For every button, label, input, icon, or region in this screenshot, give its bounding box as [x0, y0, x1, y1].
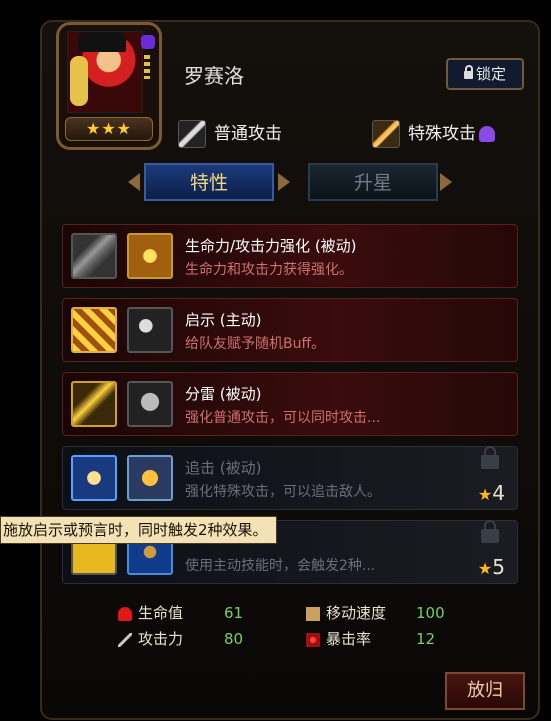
level-bars-icon	[144, 55, 150, 79]
skill-title: 分雷 (被动)	[185, 385, 262, 403]
tab-bar: 特性 升星	[128, 163, 452, 203]
skill-desc: 使用主动技能时，会触发2种...	[185, 558, 376, 574]
runes-icon	[71, 307, 117, 353]
lock-icon	[463, 64, 473, 79]
special-attack[interactable]: 特殊攻击	[372, 120, 495, 148]
star-requirement: ★4	[478, 481, 505, 505]
class-icon	[141, 35, 155, 49]
stat-hp: 生命值 61	[118, 602, 243, 624]
normal-attack-icon	[178, 120, 206, 148]
skill-title: 追击 (被动)	[185, 459, 262, 477]
star-requirement-value: 5	[492, 555, 505, 579]
skill-tooltip: 施放启示或预言时，同时触发2种效果。	[0, 516, 277, 544]
sword-icon	[71, 233, 117, 279]
burst-icon	[71, 455, 117, 501]
hero-stats: 生命值 61 移动速度 100 攻击力 80 暴击率 12	[118, 602, 478, 652]
arrow-right-icon	[440, 173, 452, 191]
skill-desc: 强化普通攻击，可以同时攻击...	[185, 410, 381, 426]
stat-value: 61	[224, 604, 244, 622]
stat-label: 生命值	[138, 604, 184, 622]
star-requirement-value: 4	[492, 481, 505, 505]
tab-star-up[interactable]: 升星	[308, 163, 438, 201]
release-button[interactable]: 放归	[445, 672, 525, 710]
skill-row-locked[interactable]: 追击 (被动) 强化特殊攻击，可以追击敌人。 ★4	[62, 446, 518, 510]
star-icon: ★	[477, 485, 493, 504]
boot-icon	[306, 606, 320, 621]
normal-attack[interactable]: 普通攻击	[178, 120, 282, 148]
skill-row[interactable]: 启示 (主动) 给队友赋予随机Buff。	[62, 298, 518, 362]
hero-name: 罗赛洛	[184, 64, 244, 88]
dagger-icon	[127, 233, 173, 279]
skill-row[interactable]: 分雷 (被动) 强化普通攻击，可以同时攻击...	[62, 372, 518, 436]
storm-icon	[127, 381, 173, 427]
special-attack-icon	[372, 120, 400, 148]
skill-desc: 强化特殊攻击，可以追击敌人。	[185, 484, 381, 500]
skill-desc: 给队友赋予随机Buff。	[185, 336, 326, 352]
lock-button-label: 锁定	[475, 65, 506, 83]
moon-icon	[127, 307, 173, 353]
tab-traits[interactable]: 特性	[144, 163, 274, 201]
hair-shape	[70, 56, 88, 106]
star-requirement: ★5	[478, 555, 505, 579]
special-attack-label: 特殊攻击	[408, 124, 476, 144]
stat-value: 12	[416, 630, 436, 648]
skill-title: 生命力/攻击力强化 (被动)	[185, 237, 357, 255]
heart-icon	[118, 606, 132, 621]
stat-crit: 暴击率 12	[306, 628, 435, 650]
padlock-icon	[481, 446, 499, 469]
ghost-icon	[479, 126, 495, 142]
arrow-left-icon	[128, 173, 140, 191]
hero-portrait-frame[interactable]: ★★★	[56, 22, 162, 150]
crosshair-icon	[306, 632, 320, 647]
normal-attack-label: 普通攻击	[214, 124, 282, 144]
stat-value: 80	[224, 630, 244, 648]
sword-icon	[118, 632, 132, 647]
stat-attack: 攻击力 80	[118, 628, 243, 650]
hat-shape	[78, 32, 126, 52]
skill-desc: 生命力和攻击力获得强化。	[185, 262, 353, 278]
stat-label: 攻击力	[138, 630, 184, 648]
star-emblem-icon	[127, 455, 173, 501]
star-icon: ★	[477, 559, 493, 578]
star-rating: ★★★	[65, 117, 153, 141]
stat-label: 暴击率	[326, 630, 372, 648]
stat-value: 100	[416, 604, 445, 622]
stat-speed: 移动速度 100	[306, 602, 445, 624]
lock-button[interactable]: 锁定	[446, 58, 524, 90]
hero-portrait	[67, 31, 143, 113]
padlock-icon	[481, 520, 499, 543]
arrow-right-icon	[278, 173, 290, 191]
stat-label: 移动速度	[326, 604, 387, 622]
skill-row[interactable]: 生命力/攻击力强化 (被动) 生命力和攻击力获得强化。	[62, 224, 518, 288]
lightning-icon	[71, 381, 117, 427]
skill-title: 启示 (主动)	[185, 311, 262, 329]
